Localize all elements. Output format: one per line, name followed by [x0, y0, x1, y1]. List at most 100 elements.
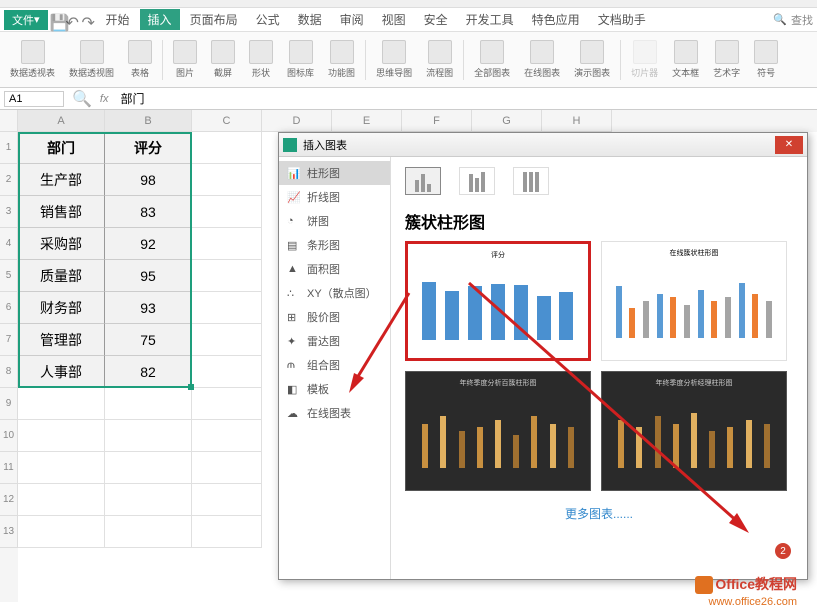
ribbon-allcharts[interactable]: 全部图表 [470, 40, 514, 79]
subtype-100stacked[interactable] [513, 167, 549, 195]
cell[interactable]: 财务部 [18, 292, 105, 324]
ribbon-pivottable[interactable]: 数据透视表 [6, 40, 59, 79]
row-header[interactable]: 9 [0, 388, 18, 420]
cell[interactable]: 75 [105, 324, 192, 356]
col-header[interactable]: A [18, 110, 105, 132]
row-header[interactable]: 10 [0, 420, 18, 452]
chart-type-combo[interactable]: ⫙组合图 [279, 353, 390, 377]
name-box[interactable] [4, 91, 64, 107]
row-header[interactable]: 7 [0, 324, 18, 356]
ribbon-funcchart[interactable]: 功能图 [324, 40, 359, 79]
col-header[interactable]: H [542, 110, 612, 132]
file-menu[interactable]: 文件 ▾ [4, 10, 48, 30]
tab-view[interactable]: 视图 [374, 9, 414, 30]
tab-layout[interactable]: 页面布局 [182, 9, 246, 30]
row-header[interactable]: 6 [0, 292, 18, 324]
ribbon-table[interactable]: 表格 [124, 40, 156, 79]
cell[interactable]: 人事部 [18, 356, 105, 388]
chart-type-column[interactable]: 📊柱形图 [279, 161, 390, 185]
search-box[interactable]: 🔍 查找 [773, 12, 813, 28]
zoom-icon[interactable]: 🔍 [72, 89, 92, 109]
cell[interactable]: 管理部 [18, 324, 105, 356]
line-chart-icon: 📈 [287, 191, 301, 203]
ribbon-onlinecharts[interactable]: 在线图表 [520, 40, 564, 79]
tab-review[interactable]: 审阅 [332, 9, 372, 30]
more-charts-link[interactable]: 更多图表...... [405, 505, 793, 522]
cell[interactable]: 92 [105, 228, 192, 260]
subtype-clustered[interactable] [405, 167, 441, 195]
close-button[interactable]: ✕ [775, 136, 803, 154]
row-header[interactable]: 5 [0, 260, 18, 292]
ribbon-democharts[interactable]: 演示图表 [570, 40, 614, 79]
row-header[interactable]: 3 [0, 196, 18, 228]
chart-type-area[interactable]: ▲面积图 [279, 257, 390, 281]
ribbon-iconlib[interactable]: 图标库 [283, 40, 318, 79]
ribbon-wordart[interactable]: 艺术字 [709, 40, 744, 79]
tab-formula[interactable]: 公式 [248, 9, 288, 30]
cell[interactable]: 部门 [18, 132, 105, 164]
tab-start[interactable]: 开始 [98, 9, 138, 30]
ribbon-slicer[interactable]: 切片器 [627, 40, 662, 79]
cell[interactable]: 93 [105, 292, 192, 324]
row-header[interactable]: 4 [0, 228, 18, 260]
row-header[interactable]: 13 [0, 516, 18, 548]
ribbon-mindmap[interactable]: 思维导图 [372, 40, 416, 79]
row-header[interactable]: 8 [0, 356, 18, 388]
ribbon-screenshot[interactable]: 截屏 [207, 40, 239, 79]
row-header[interactable]: 1 [0, 132, 18, 164]
tab-insert[interactable]: 插入 [140, 9, 180, 30]
preview-card[interactable]: 在线簇状柱形图 [601, 241, 787, 361]
subtype-stacked[interactable] [459, 167, 495, 195]
tab-special[interactable]: 特色应用 [524, 9, 588, 30]
ribbon-symbol[interactable]: 符号 [750, 40, 782, 79]
dialog-titlebar[interactable]: 插入图表 ✕ [279, 133, 807, 157]
cell[interactable]: 95 [105, 260, 192, 292]
chart-type-stock[interactable]: ⊞股价图 [279, 305, 390, 329]
watermark-icon [695, 576, 713, 594]
cell[interactable]: 销售部 [18, 196, 105, 228]
row-header[interactable]: 2 [0, 164, 18, 196]
chart-type-online[interactable]: ☁在线图表 [279, 401, 390, 425]
cell[interactable]: 采购部 [18, 228, 105, 260]
ribbon-shapes[interactable]: 形状 [245, 40, 277, 79]
ribbon-pivotchart[interactable]: 数据透视图 [65, 40, 118, 79]
preview-card-selected[interactable]: 评分 [405, 241, 591, 361]
ribbon-flowchart[interactable]: 流程图 [422, 40, 457, 79]
qat-save-icon[interactable]: 💾 [50, 13, 64, 27]
cell[interactable]: 评分 [105, 132, 192, 164]
cell[interactable]: 98 [105, 164, 192, 196]
preview-card[interactable]: 年终季度分析百簇柱形图 [405, 371, 591, 491]
chart-type-scatter[interactable]: ∴XY（散点图） [279, 281, 390, 305]
qat-undo-icon[interactable]: ↶ [66, 13, 80, 27]
cell[interactable]: 生产部 [18, 164, 105, 196]
ribbon-picture[interactable]: 图片 [169, 40, 201, 79]
watermark-url: www.office26.com [709, 596, 797, 608]
preview-card[interactable]: 年终季度分析经理柱形图 [601, 371, 787, 491]
col-header[interactable]: E [332, 110, 402, 132]
row-header[interactable]: 11 [0, 452, 18, 484]
ribbon-textbox[interactable]: 文本框 [668, 40, 703, 79]
select-all-corner[interactable] [0, 110, 18, 132]
col-header[interactable]: G [472, 110, 542, 132]
qat-redo-icon[interactable]: ↷ [82, 13, 96, 27]
col-header[interactable]: D [262, 110, 332, 132]
chart-type-bar[interactable]: ▤条形图 [279, 233, 390, 257]
tab-dev[interactable]: 开发工具 [458, 9, 522, 30]
chart-type-template[interactable]: ◧模板 [279, 377, 390, 401]
tab-dochelper[interactable]: 文档助手 [590, 9, 654, 30]
row-header[interactable]: 12 [0, 484, 18, 516]
tab-data[interactable]: 数据 [290, 9, 330, 30]
formula-input[interactable]: 部门 [116, 89, 813, 108]
cell[interactable]: 质量部 [18, 260, 105, 292]
tab-security[interactable]: 安全 [416, 9, 456, 30]
chart-type-line[interactable]: 📈折线图 [279, 185, 390, 209]
chart-type-pie[interactable]: ◔饼图 [279, 209, 390, 233]
cell[interactable]: 82 [105, 356, 192, 388]
fx-label[interactable]: fx [100, 93, 109, 105]
chart-type-radar[interactable]: ✦雷达图 [279, 329, 390, 353]
col-header[interactable]: B [105, 110, 192, 132]
col-header[interactable]: F [402, 110, 472, 132]
cell[interactable]: 83 [105, 196, 192, 228]
col-header[interactable]: C [192, 110, 262, 132]
preview-card-title: 评分 [414, 250, 582, 260]
